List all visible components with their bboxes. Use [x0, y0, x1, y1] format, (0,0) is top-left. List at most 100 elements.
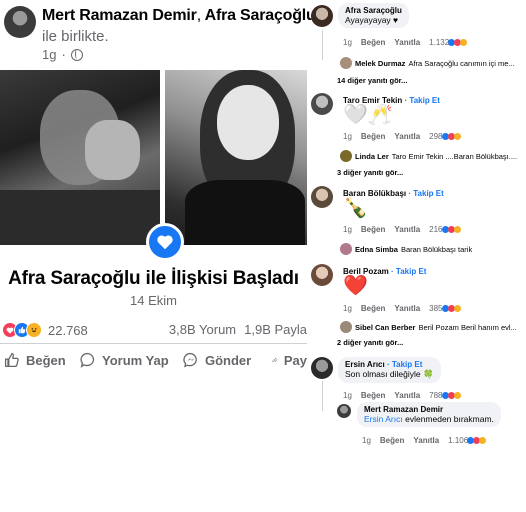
reply-author: Edna Simba	[355, 245, 398, 254]
comment-text: Ayayayayay ♥	[345, 15, 399, 25]
comment-button[interactable]: Yorum Yap	[80, 352, 169, 368]
comment-time[interactable]: 1g	[362, 436, 371, 445]
share-label: Pay	[283, 352, 307, 368]
haha-reaction-icon	[460, 39, 468, 46]
comment-time[interactable]: 1g	[343, 225, 352, 234]
commenter-avatar[interactable]	[311, 93, 333, 115]
reply-text: Taro Emir Tekin ....Baran Bölükbaşı....	[391, 152, 518, 161]
engagement-counts: 3,8B Yorum 1,9B Payla	[169, 322, 307, 337]
commenter-avatar[interactable]	[311, 5, 333, 27]
comment-emoji: 🍾	[343, 197, 368, 219]
follow-link[interactable]: · Takip Et	[387, 360, 422, 369]
nested-reply-bubble: Mert Ramazan Demir Ersin Arıcı evlenmede…	[357, 402, 501, 427]
author-avatar[interactable]	[4, 6, 36, 38]
comment-text: Son olması dileğiyle 🍀	[345, 369, 434, 379]
comment-time[interactable]: 1g	[343, 38, 352, 47]
reply-author-avatar[interactable]	[337, 404, 351, 418]
comment-bubble: Beril Pozam · Takip Et ❤️	[338, 264, 433, 299]
photo-woman[interactable]	[165, 70, 307, 245]
comment-reaction-count: 298	[429, 132, 443, 141]
photo-man-shirt	[0, 190, 160, 245]
comment-like-button[interactable]: Beğen	[361, 225, 385, 234]
author-secondary-link[interactable]: Afra Saraçoğlu	[205, 7, 316, 24]
thumbs-up-icon	[4, 352, 19, 368]
haha-reaction-icon	[453, 305, 461, 312]
commenter-name[interactable]: Ersin Arıcı	[345, 360, 385, 369]
comment-bubble-icon	[80, 352, 95, 368]
share-arrow-icon	[272, 357, 278, 363]
comment-reactions[interactable]: 298	[429, 132, 461, 141]
mention-link[interactable]: Ersin Arıcı	[364, 414, 403, 424]
comment-reaction-count: 1.106	[448, 436, 469, 445]
post-time[interactable]: 1g	[42, 47, 56, 62]
comment-time[interactable]: 1g	[343, 304, 352, 313]
comment-reaction-count: 385	[429, 304, 443, 313]
send-button[interactable]: Gönder	[183, 352, 251, 368]
comment-time[interactable]: 1g	[343, 391, 352, 400]
reply-avatar[interactable]	[340, 243, 352, 255]
reaction-summary[interactable]: 22.768	[2, 322, 88, 338]
haha-reaction-icon	[26, 322, 42, 338]
comment-reactions[interactable]: 1.132	[429, 38, 468, 47]
comment-emoji: ❤️	[343, 275, 368, 297]
author-separator: ,	[196, 7, 201, 24]
comment-bubble: Baran Bölükbaşı · Takip Et 🍾	[338, 186, 451, 221]
photo-man[interactable]	[0, 70, 160, 245]
comment-reactions[interactable]: 385	[429, 304, 461, 313]
comment-like-button[interactable]: Beğen	[361, 304, 385, 313]
comment-reactions[interactable]: 216	[429, 225, 461, 234]
like-button[interactable]: Beğen	[4, 352, 66, 368]
commenter-name[interactable]: Afra Saraçoğlu	[345, 6, 402, 15]
reply-author-name[interactable]: Mert Ramazan Demir	[364, 405, 494, 414]
comment-reactions[interactable]: 788	[429, 391, 461, 400]
messenger-icon	[183, 352, 197, 368]
event-date: 14 Ekim	[130, 293, 177, 308]
reply-preview[interactable]: Edna Simba Baran Bölükbaşı tarik	[355, 245, 472, 254]
reply-preview[interactable]: Linda Ler Taro Emir Tekin ....Baran Bölü…	[355, 152, 517, 161]
view-more-replies[interactable]: 3 diğer yanıtı gör...	[337, 168, 403, 177]
reply-author: Sibel Can Berber	[355, 323, 416, 332]
divider	[0, 343, 307, 344]
life-event-post: Mert Ramazan Demir, Afra Saraçoğlu ile b…	[0, 0, 316, 512]
share-button[interactable]: Pay	[272, 352, 307, 368]
comment-reactions[interactable]: 1.106	[448, 436, 487, 445]
view-more-replies[interactable]: 14 diğer yanıtı gör...	[337, 76, 407, 85]
comment-reply-button[interactable]: Yanıtla	[394, 225, 420, 234]
share-count-link[interactable]: 1,9B Payla	[244, 322, 307, 337]
comment-bubble: Afra Saraçoğlu Ayayayayay ♥	[338, 3, 409, 28]
follow-link[interactable]: · Takip Et	[405, 96, 440, 105]
reply-avatar[interactable]	[340, 321, 352, 333]
nested-reply-body: evlenmeden bırakmam.	[402, 414, 494, 424]
comment-meta: 1g Beğen Yanıtla 298	[343, 132, 461, 141]
follow-link[interactable]: · Takip Et	[391, 267, 426, 276]
reply-avatar[interactable]	[340, 57, 352, 69]
reply-preview[interactable]: Melek Durmaz Afra Saraçoğlu canımın içi …	[355, 59, 515, 68]
follow-link[interactable]: · Takip Et	[408, 189, 443, 198]
comment-meta: 1g Beğen Yanıtla 216	[343, 225, 461, 234]
comment-emoji: 🤍🥂	[343, 104, 393, 126]
reply-avatar[interactable]	[340, 150, 352, 162]
comment-reply-button[interactable]: Yanıtla	[413, 436, 439, 445]
comment-reaction-count: 216	[429, 225, 443, 234]
comment-like-button[interactable]: Beğen	[361, 391, 385, 400]
comment-reply-button[interactable]: Yanıtla	[394, 304, 420, 313]
comment-reply-button[interactable]: Yanıtla	[394, 38, 420, 47]
comment-like-button[interactable]: Beğen	[380, 436, 404, 445]
commenter-avatar[interactable]	[311, 264, 333, 286]
author-primary-link[interactable]: Mert Ramazan Demir	[42, 7, 197, 24]
reply-preview[interactable]: Sibel Can Berber Beril Pozam Beril hanım…	[355, 323, 517, 332]
view-more-replies[interactable]: 2 diğer yanıtı gör...	[337, 338, 403, 347]
comment-label: Yorum Yap	[102, 352, 169, 368]
comment-reply-button[interactable]: Yanıtla	[394, 132, 420, 141]
commenter-avatar[interactable]	[311, 186, 333, 208]
comment-reply-button[interactable]: Yanıtla	[394, 391, 420, 400]
post-photos[interactable]	[0, 70, 307, 245]
thread-line	[322, 30, 323, 60]
comment-time[interactable]: 1g	[343, 132, 352, 141]
comment-like-button[interactable]: Beğen	[361, 38, 385, 47]
commenter-avatar[interactable]	[311, 357, 333, 379]
event-title: Afra Saraçoğlu ile İlişkisi Başladı	[8, 268, 299, 289]
comment-like-button[interactable]: Beğen	[361, 132, 385, 141]
reply-author: Linda Ler	[355, 152, 389, 161]
comment-count-link[interactable]: 3,8B Yorum	[169, 322, 236, 337]
